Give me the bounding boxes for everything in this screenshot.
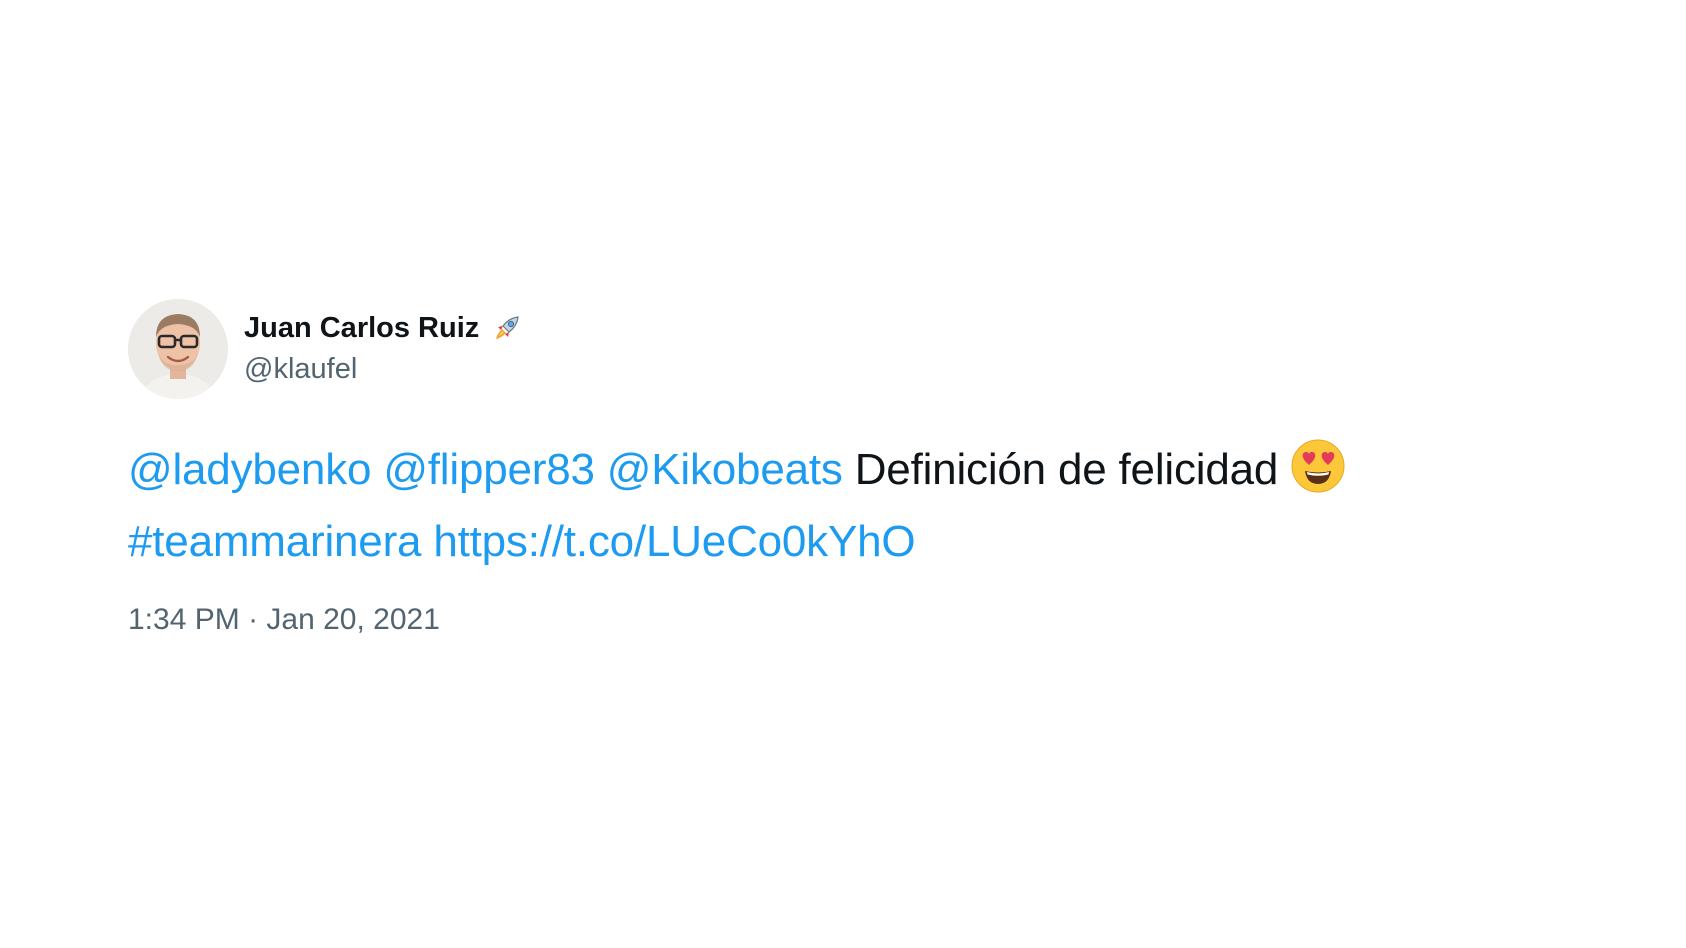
tweet-header: Juan Carlos Ruiz @klaufel	[128, 298, 1568, 400]
avatar-photo	[128, 299, 228, 399]
url-link[interactable]: https://t.co/LUeCo0kYhO	[433, 517, 915, 566]
tweet-timestamp[interactable]: 1:34 PM · Jan 20, 2021	[128, 600, 1568, 640]
rocket-icon	[491, 312, 523, 344]
author-display-name[interactable]: Juan Carlos Ruiz	[244, 310, 479, 346]
timestamp-separator: ·	[248, 603, 259, 636]
display-name-row[interactable]: Juan Carlos Ruiz	[244, 310, 523, 346]
smiling-face-with-heart-eyes-icon	[1290, 438, 1346, 494]
author-handle[interactable]: @klaufel	[244, 350, 523, 388]
tweet-time: 1:34 PM	[128, 603, 240, 636]
tweet-date: Jan 20, 2021	[266, 603, 440, 636]
mention-link[interactable]: @flipper83	[383, 445, 595, 494]
avatar[interactable]	[128, 299, 228, 399]
tweet-card: Juan Carlos Ruiz @klaufel @ladybenko @fl…	[128, 298, 1568, 640]
tweet-body-text: Definición de felicidad	[854, 445, 1279, 494]
tweet-text: @ladybenko @flipper83 @Kikobeats Definic…	[128, 434, 1568, 578]
mention-link[interactable]: @Kikobeats	[607, 445, 843, 494]
mention-link[interactable]: @ladybenko	[128, 445, 371, 494]
author-names: Juan Carlos Ruiz @klaufel	[244, 310, 523, 388]
hashtag-link[interactable]: #teammarinera	[128, 517, 422, 566]
